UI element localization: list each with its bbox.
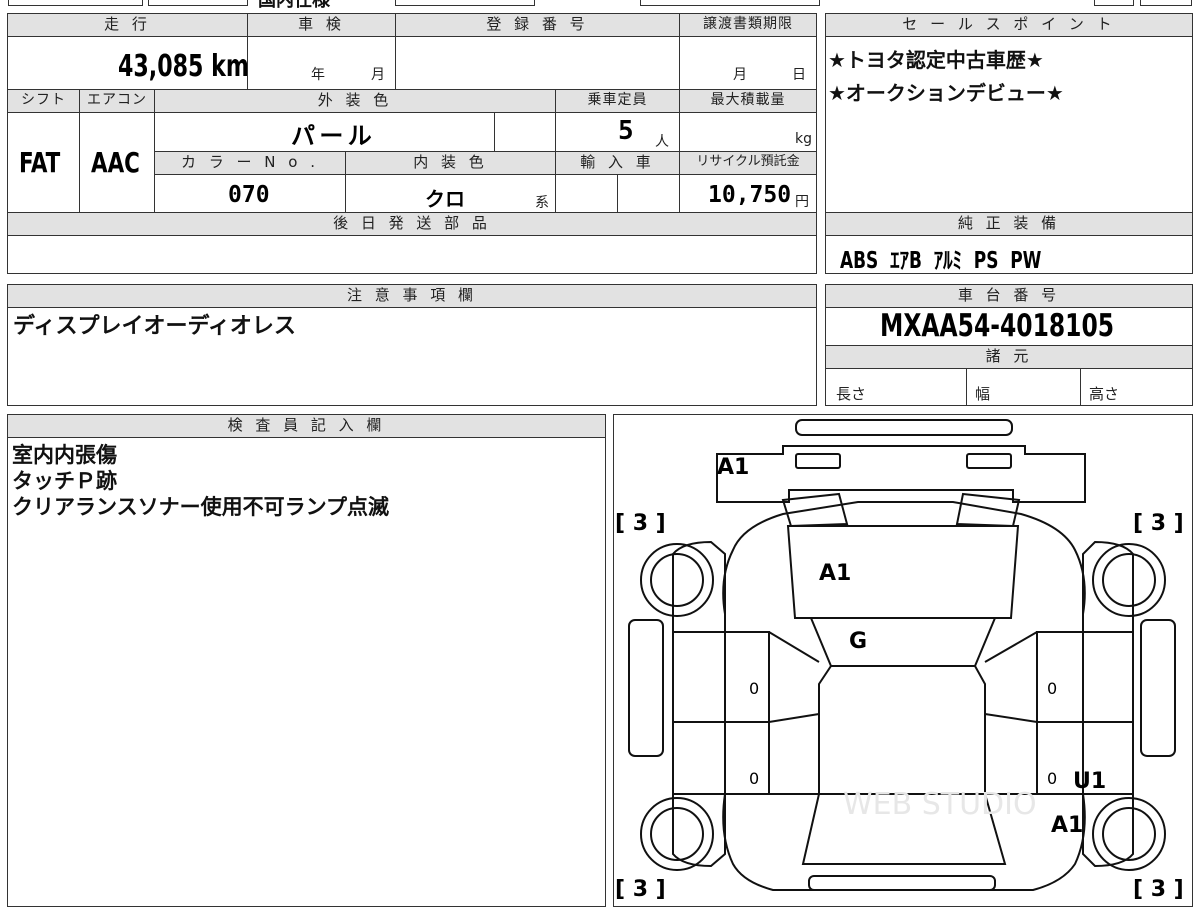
inspector-header: 検 査 員 記 入 欄	[7, 414, 606, 438]
aircon-header: エアコン	[79, 89, 155, 113]
left-door-frame	[768, 631, 820, 795]
tire-front-right-mark: [ 3 ]	[1133, 511, 1184, 536]
left-rear-fender	[672, 540, 726, 633]
tire-rear-left-mark: [ 3 ]	[615, 877, 666, 900]
mark-rear-right-door: U1	[1073, 769, 1106, 794]
left-mirror	[628, 619, 664, 757]
inspector-note-3: クリアランスソナー使用不可ランプ点滅	[12, 495, 389, 519]
transfer-day-unit: 日	[792, 67, 806, 83]
sales-points-header: セ ー ル ス ポ イ ン ト	[825, 13, 1193, 37]
registration-header: 登 録 番 号	[395, 13, 680, 37]
inspection-month-unit: 月	[371, 67, 385, 83]
exterior-color-value: パ ー ル	[291, 122, 372, 150]
wheel-rear-left-hub	[650, 553, 704, 607]
inspector-note-1: 室内内張傷	[12, 443, 117, 467]
max-load-header: 最大積載量	[679, 89, 817, 113]
equipment-header: 純 正 装 備	[825, 212, 1193, 236]
mark-rear-bumper: A1	[717, 455, 749, 480]
mark-hood: A1	[819, 561, 851, 586]
chassis-header: 車 台 番 号	[825, 284, 1193, 308]
spec-height: 高さ	[1089, 385, 1120, 403]
diagram-watermark: WEB STUDIO	[843, 787, 1037, 822]
inspection-header: 車 検	[247, 13, 396, 37]
body-outline	[722, 501, 1086, 891]
sales-point-line-1: ★トヨタ認定中古車歴★	[828, 48, 1044, 72]
top-strip: 国内仕様	[0, 0, 1200, 11]
chassis-number: MXAA54-4018105	[880, 308, 1115, 344]
inspection-year-unit: 年	[311, 67, 325, 83]
rear-hatch	[716, 445, 1086, 503]
caution-header: 注 意 事 項 欄	[7, 284, 817, 308]
rear-light-left	[795, 453, 841, 469]
mileage-value: 43,085 km	[118, 49, 249, 84]
transfer-deadline-header: 譲渡書類期限	[679, 13, 817, 37]
recycle-unit: 円	[795, 194, 809, 210]
sales-point-line-2: ★オークションデビュー★	[828, 81, 1064, 105]
color-no-value: 070	[228, 182, 270, 208]
later-parts-value	[7, 235, 817, 274]
right-mirror	[1140, 619, 1176, 757]
door-value-rear-right: 0	[1047, 769, 1057, 788]
mark-windshield: G	[849, 629, 867, 654]
windshield	[809, 617, 997, 667]
capacity-unit: 人	[655, 134, 669, 150]
car-damage-diagram: WEB STUDIO A1 A1 G U1 A1 [ 3 ] [ 3 ] [ 3…	[615, 419, 1184, 900]
specs-header: 諸 元	[825, 345, 1193, 369]
max-load-unit: kg	[795, 131, 812, 147]
wheel-front-left-hub	[650, 807, 704, 861]
wheel-front-right-hub	[1102, 807, 1156, 861]
rear-glass-right	[955, 492, 1021, 528]
rear-light-right	[966, 453, 1012, 469]
import-header: 輸 入 車	[555, 151, 680, 175]
caution-text: ディスプレイオーディオレス	[13, 314, 296, 339]
later-parts-header: 後 日 発 送 部 品	[7, 212, 817, 236]
exterior-color-header: 外 装 色	[154, 89, 556, 113]
interior-color-value: クロ	[425, 187, 465, 211]
recycle-value: 10,750	[708, 182, 792, 208]
mark-rear-right-fender: A1	[1051, 813, 1083, 838]
wheel-rear-right-hub	[1102, 553, 1156, 607]
door-value-rear-left: 0	[749, 769, 759, 788]
right-door-frame	[984, 631, 1038, 795]
spec-length: 長さ	[836, 385, 867, 403]
tire-front-left-mark: [ 3 ]	[615, 511, 666, 536]
cabin-center	[818, 665, 986, 795]
top-strip-partial-text: 国内仕様	[258, 0, 330, 11]
rear-glass-left	[781, 492, 849, 528]
equipment-value: ABS ｴｱB ｱﾙﾐ PS PW	[840, 248, 1042, 274]
shift-header: シフト	[7, 89, 80, 113]
rear-bumper-bar	[795, 419, 1013, 436]
front-bumper-bar	[808, 875, 996, 891]
mileage-header: 走 行	[7, 13, 248, 37]
left-front-door	[672, 631, 770, 723]
tire-rear-right-mark: [ 3 ]	[1133, 877, 1184, 900]
right-front-door	[1036, 631, 1134, 723]
transfer-month-unit: 月	[733, 67, 747, 83]
capacity-header: 乗車定員	[555, 89, 680, 113]
right-rear-fender	[1082, 540, 1134, 633]
door-value-front-left: 0	[749, 679, 759, 698]
interior-color-header: 内 装 色	[345, 151, 556, 175]
capacity-value: 5	[618, 116, 634, 146]
inspector-note-2: タッチＰ跡	[12, 469, 117, 493]
shift-value: FAT	[19, 146, 61, 179]
recycle-header: リサイクル預託金	[679, 151, 817, 175]
aircon-value: AAC	[91, 146, 140, 179]
interior-color-unit: 系	[535, 195, 549, 211]
spec-width: 幅	[975, 385, 991, 403]
registration-value	[395, 36, 680, 90]
door-value-front-right: 0	[1047, 679, 1057, 698]
color-no-header: カ ラ ー N o .	[154, 151, 346, 175]
